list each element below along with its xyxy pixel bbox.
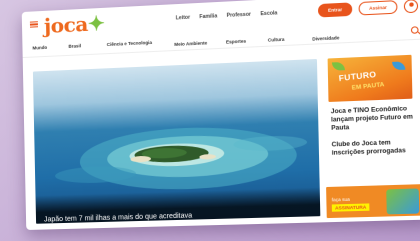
- news-headline[interactable]: Clube do Joca tem inscrições prorrogadas: [331, 138, 420, 157]
- nav-item-brasil[interactable]: Brasil: [68, 43, 81, 49]
- link-familia[interactable]: Família: [199, 13, 217, 20]
- audience-links: Leitor Família Professor Escola: [176, 10, 278, 21]
- link-escola[interactable]: Escola: [260, 10, 277, 17]
- hero-headline[interactable]: Japão tem 7 mil ilhas a mais do que acre…: [44, 212, 192, 223]
- banner-illustration: [386, 188, 420, 215]
- leaf-icon: [331, 61, 345, 71]
- browser-screen: joca✦ Leitor Família Professor Escola En…: [21, 0, 420, 231]
- news-headline[interactable]: Joca e TINO Econômico lançam projeto Fut…: [331, 105, 420, 133]
- nav-item-cultura[interactable]: Cultura: [268, 37, 285, 43]
- banner-cta[interactable]: ASSINATURA: [331, 203, 370, 212]
- promo-subtitle: EM PAUTA: [351, 82, 385, 92]
- nav-item-diversidade[interactable]: Diversidade: [312, 35, 339, 41]
- hero-article[interactable]: Japão tem 7 mil ilhas a mais do que acre…: [32, 58, 321, 224]
- login-button[interactable]: Entrar: [317, 2, 353, 18]
- site-logo[interactable]: joca✦: [44, 11, 105, 38]
- nav-item-ciencia[interactable]: Ciência e Tecnologia: [107, 40, 152, 47]
- nav-item-mundo[interactable]: Mundo: [32, 45, 47, 51]
- leaf-icon: [392, 61, 406, 71]
- hamburger-menu-icon[interactable]: [29, 21, 38, 28]
- promo-title: FUTURO: [338, 69, 377, 84]
- banner-label: faça sua: [331, 196, 350, 203]
- subscribe-button[interactable]: Assinar: [358, 0, 398, 16]
- background: joca✦ Leitor Família Professor Escola En…: [0, 0, 420, 241]
- link-professor[interactable]: Professor: [227, 12, 252, 19]
- futuro-em-pauta-promo[interactable]: FUTURO EM PAUTA: [327, 54, 413, 102]
- link-leitor[interactable]: Leitor: [176, 15, 190, 22]
- search-icon[interactable]: [410, 26, 419, 34]
- subscription-banner[interactable]: faça sua ASSINATURA: [326, 184, 420, 219]
- nav-item-meio-ambiente[interactable]: Meio Ambiente: [174, 40, 207, 47]
- nav-item-esportes[interactable]: Esportes: [226, 39, 246, 45]
- user-account-icon[interactable]: [403, 0, 419, 14]
